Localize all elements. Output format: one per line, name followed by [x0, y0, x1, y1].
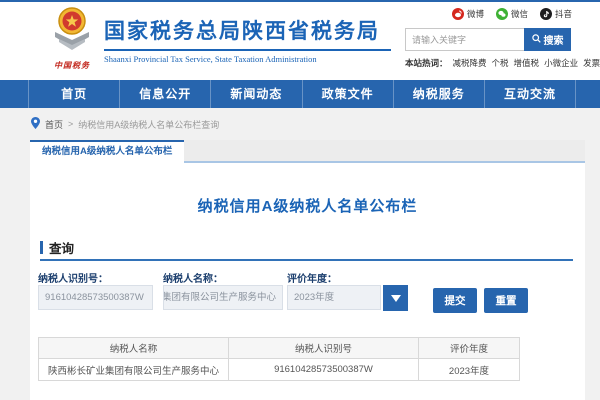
query-section-label: 查询 — [49, 238, 74, 257]
wechat-label: 微信 — [511, 8, 528, 20]
reset-button[interactable]: 重置 — [484, 288, 528, 313]
header-evaluation-year: 评价年度 — [418, 338, 519, 359]
page-title: 纳税信用A级纳税人名单公布栏 — [30, 195, 585, 216]
location-pin-icon — [31, 117, 40, 131]
search-bar: 搜索 — [405, 28, 571, 51]
weibo-icon — [452, 8, 464, 20]
breadcrumb: 首页 > 纳税信用A级纳税人名单公布栏查询 — [31, 117, 219, 131]
evaluation-year-select[interactable]: 2023年度 — [287, 285, 381, 310]
header-taxpayer-name: 纳税人名称 — [39, 338, 229, 359]
results-table: 纳税人名称 纳税人识别号 评价年度 陕西彬长矿业集团有限公司生产服务中心 916… — [38, 337, 520, 381]
hotwords-row: 本站热词： 减税降费个税增值税小微企业发票 — [405, 57, 600, 69]
nav-item-policy-documents[interactable]: 政策文件 — [302, 80, 393, 108]
weibo-link[interactable]: 微博 — [452, 8, 484, 20]
query-section-header: 查询 — [40, 238, 74, 257]
tab-a-level-taxpayer-list[interactable]: 纳税信用A级纳税人名单公布栏 — [30, 140, 184, 163]
hotword-link[interactable]: 减税降费 — [453, 58, 487, 68]
hotword-link[interactable]: 增值税 — [514, 58, 540, 68]
page: 中国税务 国家税务总局陕西省税务局 Shaanxi Provincial Tax… — [0, 0, 600, 400]
main-nav: 首页 信息公开 新闻动态 政策文件 纳税服务 互动交流 — [0, 80, 600, 108]
weibo-label: 微博 — [467, 8, 484, 20]
logo-caption: 中国税务 — [44, 60, 100, 71]
wechat-link[interactable]: 微信 — [496, 8, 528, 20]
national-emblem-icon — [49, 41, 95, 58]
header-taxpayer-id: 纳税人识别号 — [228, 338, 418, 359]
breadcrumb-current: 纳税信用A级纳税人名单公布栏查询 — [78, 118, 219, 131]
table-header-row: 纳税人名称 纳税人识别号 评价年度 — [39, 338, 520, 359]
evaluation-year-label: 评价年度： — [287, 270, 337, 285]
title-divider — [104, 49, 391, 51]
submit-button[interactable]: 提交 — [433, 288, 477, 313]
taxpayer-name-label: 纳税人名称： — [163, 270, 223, 285]
hotwords-label: 本站热词： — [405, 58, 448, 68]
douyin-label: 抖音 — [555, 8, 572, 20]
breadcrumb-separator: > — [68, 119, 73, 129]
year-dropdown-button[interactable] — [383, 285, 408, 311]
query-form: 纳税人识别号： 91610428573500387W 纳税人名称： 彬长矿业集团… — [38, 270, 577, 320]
main-panel: 纳税信用A级纳税人名单公布栏 纳税信用A级纳税人名单公布栏 查询 纳税人识别号：… — [30, 140, 585, 400]
hotword-link[interactable]: 小微企业 — [544, 58, 578, 68]
nav-item-tax-services[interactable]: 纳税服务 — [393, 80, 484, 108]
search-icon — [532, 34, 541, 46]
douyin-icon — [540, 8, 552, 20]
nav-item-interaction[interactable]: 互动交流 — [484, 80, 576, 108]
nav-item-news[interactable]: 新闻动态 — [210, 80, 301, 108]
chevron-down-icon — [391, 295, 401, 302]
site-header: 中国税务 国家税务总局陕西省税务局 Shaanxi Provincial Tax… — [0, 2, 600, 80]
taxpayer-name-input[interactable]: 彬长矿业集团有限公司生产服务中心 — [163, 285, 283, 310]
search-input[interactable] — [405, 28, 524, 51]
taxpayer-id-label: 纳税人识别号： — [38, 270, 108, 285]
cell-taxpayer-id: 91610428573500387W — [228, 359, 418, 381]
tab-bar: 纳税信用A级纳税人名单公布栏 — [30, 140, 585, 163]
breadcrumb-home[interactable]: 首页 — [45, 118, 63, 131]
site-title-block: 国家税务总局陕西省税务局 Shaanxi Provincial Tax Serv… — [104, 15, 391, 64]
search-button[interactable]: 搜索 — [524, 28, 571, 51]
section-accent-bar — [40, 241, 43, 254]
wechat-icon — [496, 8, 508, 20]
social-links: 微博 微信 抖音 — [452, 8, 572, 20]
hotword-link[interactable]: 发票 — [583, 58, 600, 68]
cell-evaluation-year: 2023年度 — [418, 359, 519, 381]
search-button-label: 搜索 — [544, 32, 564, 47]
table-row: 陕西彬长矿业集团有限公司生产服务中心 91610428573500387W 20… — [39, 359, 520, 381]
site-title: 国家税务总局陕西省税务局 — [104, 15, 391, 45]
cell-taxpayer-name: 陕西彬长矿业集团有限公司生产服务中心 — [39, 359, 229, 381]
nav-item-home[interactable]: 首页 — [28, 80, 119, 108]
content-area: 首页 > 纳税信用A级纳税人名单公布栏查询 纳税信用A级纳税人名单公布栏 纳税信… — [0, 108, 600, 400]
query-section-divider — [40, 259, 573, 261]
taxpayer-id-input[interactable]: 91610428573500387W — [38, 285, 153, 310]
site-subtitle: Shaanxi Provincial Tax Service, State Ta… — [104, 54, 391, 64]
tax-bureau-logo[interactable]: 中国税务 — [44, 6, 100, 72]
douyin-link[interactable]: 抖音 — [540, 8, 572, 20]
nav-item-info-disclosure[interactable]: 信息公开 — [119, 80, 210, 108]
hotword-link[interactable]: 个税 — [492, 58, 509, 68]
